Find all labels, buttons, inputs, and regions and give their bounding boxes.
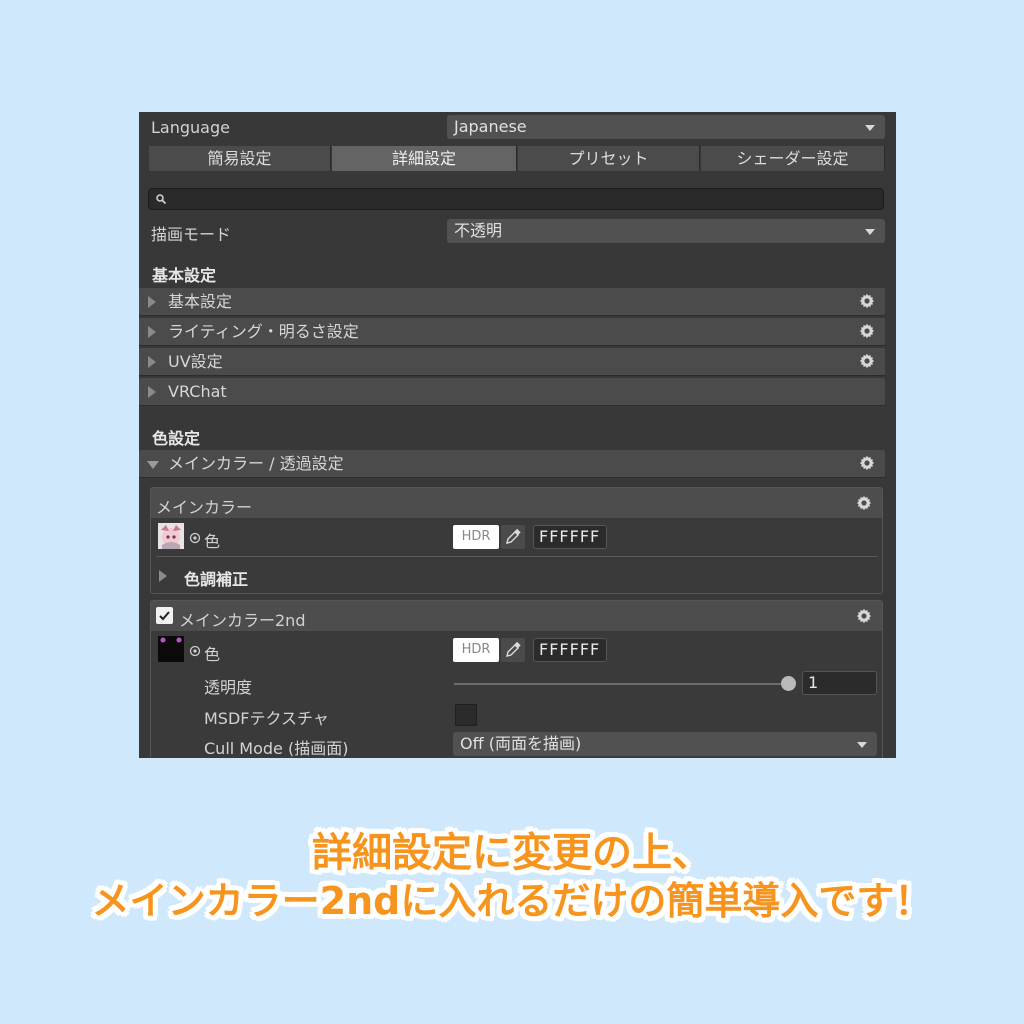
divider (156, 556, 878, 557)
foldout-vrchat[interactable]: VRChat (139, 378, 885, 406)
checkmark-icon (159, 611, 170, 621)
foldout-label: メインカラー / 透過設定 (168, 454, 344, 473)
language-dropdown[interactable]: Japanese (447, 115, 885, 139)
main-color-box: メインカラー 色 HDR FFFFFF 色調補正 (150, 487, 883, 594)
triangle-right-icon (148, 296, 156, 308)
eyedropper-icon (506, 529, 521, 544)
main-color-2nd-title: メインカラー2nd (179, 611, 306, 630)
foldout-label: UV設定 (168, 352, 223, 371)
main-color-2nd-color-label: 色 (204, 645, 221, 664)
triangle-right-icon (148, 356, 156, 368)
tab-label: 詳細設定 (391, 149, 456, 168)
main-color-header: メインカラー (151, 488, 882, 518)
tab-label: 簡易設定 (207, 149, 272, 168)
texture-thumbnail[interactable] (158, 636, 184, 662)
cull-mode-label: Cull Mode (描画面) (204, 739, 349, 758)
msdf-label: MSDFテクスチャ (204, 709, 329, 728)
tab-label: シェーダー設定 (736, 149, 849, 168)
cull-mode-dropdown[interactable]: Off (両面を描画) (453, 732, 877, 756)
triangle-right-icon (148, 386, 156, 398)
language-value: Japanese (454, 117, 527, 136)
eyedropper-icon (506, 642, 521, 657)
tab-label: プリセット (568, 149, 649, 168)
gear-icon[interactable] (859, 323, 875, 339)
opacity-label: 透明度 (204, 678, 253, 697)
language-label: Language (151, 118, 230, 137)
triangle-right-icon[interactable] (159, 570, 167, 582)
tone-correction-label[interactable]: 色調補正 (184, 566, 248, 590)
section-title-basic: 基本設定 (152, 266, 217, 285)
render-mode-value: 不透明 (454, 221, 503, 240)
gear-icon[interactable] (859, 455, 875, 471)
gear-icon[interactable] (859, 293, 875, 309)
gear-icon[interactable] (859, 353, 875, 369)
opacity-input[interactable]: 1 (802, 671, 877, 695)
gear-icon[interactable] (856, 495, 872, 511)
render-mode-label: 描画モード (151, 225, 232, 244)
tab-advanced[interactable]: 詳細設定 (332, 146, 517, 171)
chevron-down-icon (857, 742, 867, 748)
caption-line-2: メインカラー2ndに入れるだけの簡単導入です！ (91, 879, 933, 923)
texture-thumbnail[interactable] (158, 523, 184, 549)
main-color-2nd-header: メインカラー2nd (151, 601, 882, 631)
enable-checkbox[interactable] (156, 607, 173, 624)
eyedropper-button[interactable] (501, 638, 525, 662)
triangle-right-icon (148, 326, 156, 338)
chevron-down-icon (865, 125, 875, 131)
main-color-title: メインカラー (156, 498, 253, 517)
foldout-lighting[interactable]: ライティング・明るさ設定 (139, 318, 885, 346)
target-icon[interactable] (189, 532, 201, 544)
tab-shader-settings[interactable]: シェーダー設定 (701, 146, 885, 171)
target-icon[interactable] (189, 645, 201, 657)
opacity-slider-thumb[interactable] (781, 676, 796, 691)
foldout-main-color[interactable]: メインカラー / 透過設定 (139, 450, 885, 478)
search-input[interactable] (148, 188, 884, 210)
triangle-down-icon (147, 461, 159, 469)
foldout-label: 基本設定 (168, 292, 233, 311)
opacity-slider-track[interactable] (454, 683, 788, 685)
cull-mode-value: Off (両面を描画) (460, 734, 582, 753)
gear-icon[interactable] (856, 608, 872, 624)
msdf-checkbox[interactable] (455, 704, 477, 726)
render-mode-dropdown[interactable]: 不透明 (447, 219, 885, 243)
chevron-down-icon (865, 229, 875, 235)
eyedropper-button[interactable] (501, 525, 525, 549)
section-title-color: 色設定 (152, 429, 201, 448)
foldout-label: VRChat (168, 382, 227, 401)
tab-simple[interactable]: 簡易設定 (149, 146, 331, 171)
foldout-uv[interactable]: UV設定 (139, 348, 885, 376)
hdr-color-swatch[interactable]: HDR (453, 525, 499, 549)
hex-input[interactable]: FFFFFF (533, 638, 607, 662)
hdr-color-swatch[interactable]: HDR (453, 638, 499, 662)
inspector-panel: Language Japanese 簡易設定 詳細設定 プリセット シェーダー設… (139, 112, 896, 758)
main-color-label: 色 (204, 532, 221, 551)
foldout-label: ライティング・明るさ設定 (168, 322, 359, 341)
main-color-2nd-box: メインカラー2nd 色 HDR FFFFFF 透明度 1 MSDFテクスチャ C… (150, 600, 883, 758)
search-icon (156, 194, 167, 205)
foldout-basic[interactable]: 基本設定 (139, 288, 885, 316)
tab-preset[interactable]: プリセット (518, 146, 700, 171)
hex-input[interactable]: FFFFFF (533, 525, 607, 549)
